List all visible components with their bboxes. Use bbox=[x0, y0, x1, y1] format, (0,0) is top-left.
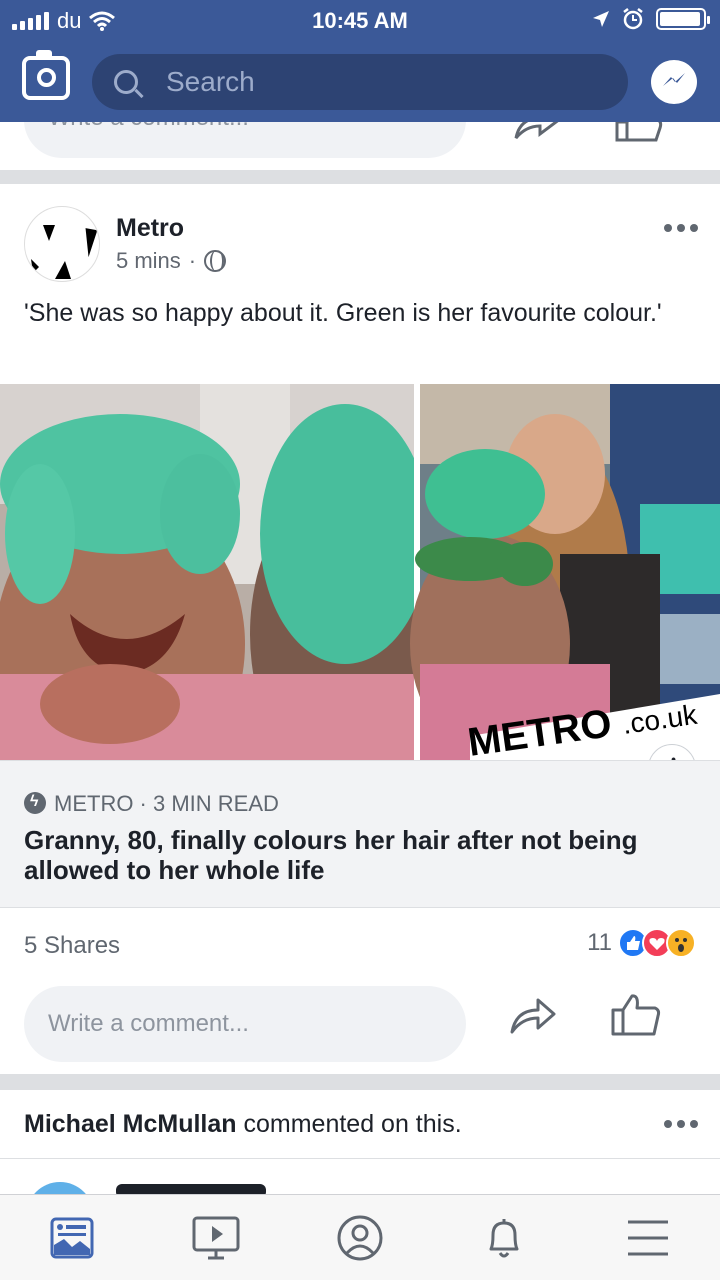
post-author[interactable]: Metro bbox=[116, 214, 184, 243]
tab-menu[interactable] bbox=[576, 1195, 720, 1280]
previous-share-icon[interactable] bbox=[512, 122, 560, 142]
tab-profile[interactable] bbox=[288, 1195, 432, 1280]
camera-button[interactable] bbox=[22, 50, 70, 100]
previous-comment-field[interactable]: Write a comment... bbox=[24, 122, 466, 158]
tab-bar bbox=[0, 1194, 720, 1280]
messenger-button[interactable] bbox=[651, 60, 697, 104]
activity-text: Michael McMullan commented on this. bbox=[24, 1110, 462, 1138]
post-meta: 5 mins · bbox=[116, 248, 227, 274]
wow-reaction-icon bbox=[666, 928, 696, 958]
previous-post-footer: Write a comment... bbox=[0, 122, 720, 170]
globe-icon bbox=[204, 250, 227, 272]
news-feed-icon bbox=[50, 1217, 94, 1258]
reaction-count: 11 bbox=[587, 929, 612, 956]
location-icon bbox=[593, 11, 609, 27]
search-icon bbox=[114, 70, 138, 94]
like-icon[interactable] bbox=[610, 992, 662, 1038]
activity-author[interactable]: Michael McMullan bbox=[24, 1110, 237, 1138]
link-source: METRO · 3 MIN READ bbox=[24, 791, 279, 817]
post-time[interactable]: 5 mins bbox=[116, 248, 181, 274]
comment-field[interactable] bbox=[24, 986, 466, 1062]
previous-like-icon[interactable] bbox=[614, 122, 664, 142]
divider bbox=[0, 1158, 720, 1159]
tab-notifications[interactable] bbox=[432, 1195, 576, 1280]
metro-avatar[interactable] bbox=[24, 206, 100, 282]
post-more-button[interactable] bbox=[664, 224, 698, 232]
profile-icon bbox=[337, 1215, 383, 1260]
camera-icon bbox=[37, 68, 56, 87]
bell-icon bbox=[489, 1218, 519, 1257]
share-count[interactable]: 5 Shares bbox=[24, 932, 120, 960]
top-bar: du 10:45 AM bbox=[0, 0, 720, 122]
tab-news-feed[interactable] bbox=[0, 1195, 144, 1280]
post-image[interactable]: METRO .co.uk bbox=[0, 384, 720, 760]
search-bar[interactable] bbox=[92, 54, 628, 110]
menu-icon bbox=[628, 1220, 668, 1255]
messenger-icon bbox=[663, 73, 685, 86]
status-bar: du 10:45 AM bbox=[0, 0, 720, 40]
instant-article-icon bbox=[24, 792, 46, 814]
search-input[interactable] bbox=[166, 66, 586, 98]
link-preview[interactable]: METRO · 3 MIN READ Granny, 80, finally c… bbox=[0, 760, 720, 908]
watch-icon bbox=[192, 1216, 240, 1259]
alarm-icon bbox=[623, 8, 643, 30]
tab-watch[interactable] bbox=[144, 1195, 288, 1280]
feed-post: Metro 5 mins · 'She was so happy about i… bbox=[0, 184, 720, 1074]
next-post-more-button[interactable] bbox=[664, 1120, 698, 1128]
battery-icon bbox=[656, 8, 710, 30]
link-title[interactable]: Granny, 80, finally colours her hair aft… bbox=[24, 825, 684, 885]
reaction-summary[interactable]: 11 bbox=[587, 928, 696, 958]
next-post: Michael McMullan commented on this. bbox=[0, 1090, 720, 1200]
post-text: 'She was so happy about it. Green is her… bbox=[24, 299, 662, 327]
meta-separator: · bbox=[188, 248, 197, 273]
share-icon[interactable] bbox=[508, 996, 558, 1036]
